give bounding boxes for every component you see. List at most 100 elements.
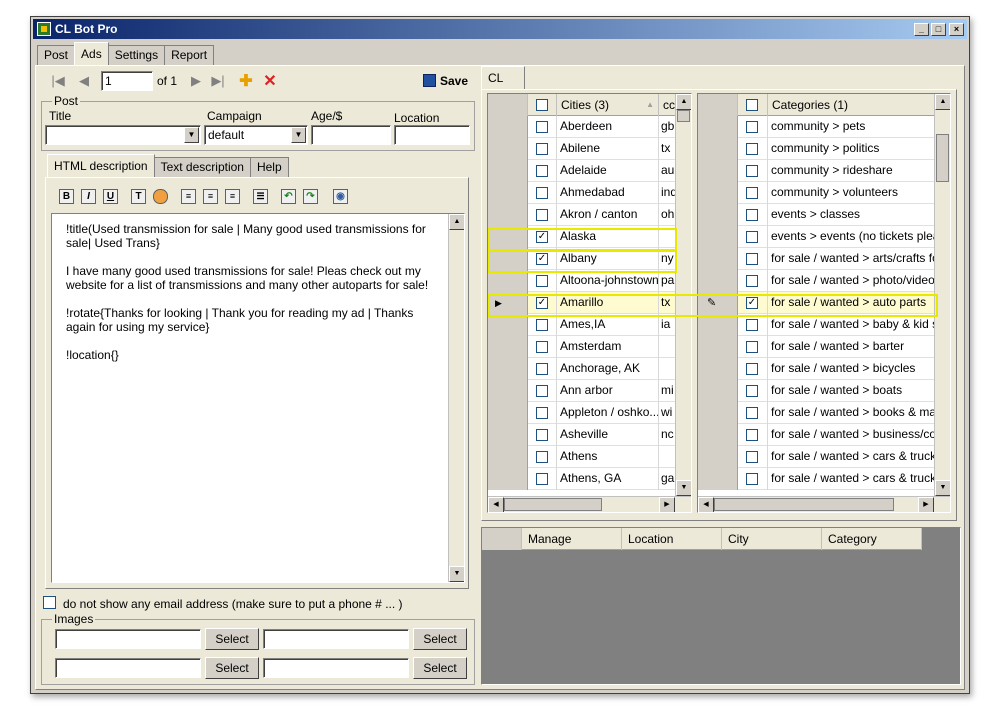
categories-column-header[interactable]: Categories (1) [768,94,936,116]
underline-icon[interactable]: U [103,189,118,204]
categories-hscroll[interactable]: ◀ ▶ [698,496,950,512]
row-header[interactable] [488,204,528,226]
tab-post[interactable]: Post [37,45,76,65]
row-header[interactable] [698,424,738,446]
scroll-down-icon[interactable]: ▼ [935,480,950,496]
align-center-icon[interactable]: ≡ [203,189,218,204]
scroll-thumb[interactable] [677,110,690,122]
category-checkbox[interactable] [746,275,758,287]
category-checkbox-cell[interactable] [738,138,768,160]
location-input[interactable] [394,125,470,145]
city-checkbox[interactable] [536,187,548,199]
align-right-icon[interactable]: ≡ [225,189,240,204]
city-checkbox-cell[interactable] [528,358,557,380]
row-header[interactable] [488,160,528,182]
next-record-icon[interactable]: ▶ [189,73,203,89]
image-path-input-1[interactable] [55,629,201,649]
title-bar[interactable]: CL Bot Pro _ □ × [33,19,967,39]
select-all-cities[interactable] [528,94,557,116]
image-path-input-3[interactable] [55,658,201,678]
city-row[interactable]: Anchorage, AK [488,358,677,380]
bold-icon[interactable]: B [59,189,74,204]
color-palette-icon[interactable] [153,189,168,204]
scroll-thumb[interactable] [936,134,949,182]
category-checkbox[interactable] [746,429,758,441]
category-checkbox[interactable] [746,209,758,221]
prev-record-icon[interactable]: ◀ [77,73,91,89]
category-row[interactable]: for sale / wanted > cars & trucks - l [698,468,936,490]
align-left-icon[interactable]: ≡ [181,189,196,204]
category-row[interactable]: for sale / wanted > barter [698,336,936,358]
row-header[interactable] [488,336,528,358]
tab-html-description[interactable]: HTML description [47,154,155,177]
city-row[interactable]: Asheville nc [488,424,677,446]
city-checkbox-cell[interactable] [528,424,557,446]
spellcheck-icon[interactable]: ◉ [333,189,348,204]
row-header[interactable] [698,226,738,248]
scroll-up-icon[interactable]: ▲ [676,94,691,110]
tab-text-description[interactable]: Text description [153,157,251,177]
category-checkbox-cell[interactable] [738,402,768,424]
city-checkbox[interactable] [536,451,548,463]
city-row[interactable]: Appleton / oshko... wi [488,402,677,424]
record-position-input[interactable]: 1 [101,71,153,91]
city-checkbox-cell[interactable] [528,138,557,160]
category-checkbox-cell[interactable] [738,336,768,358]
category-checkbox-cell[interactable] [738,468,768,490]
row-header[interactable] [698,446,738,468]
scroll-up-icon[interactable]: ▲ [449,214,464,230]
city-row[interactable]: Adelaide au [488,160,677,182]
category-row[interactable]: for sale / wanted > business/comm [698,424,936,446]
cities-hscroll[interactable]: ◀ ▶ [488,496,691,512]
category-row[interactable]: for sale / wanted > baby & kid stuff [698,314,936,336]
category-checkbox[interactable] [746,143,758,155]
city-checkbox[interactable] [536,429,548,441]
city-row[interactable]: Altoona-johnstown pa [488,270,677,292]
image-select-button-4[interactable]: Select [413,657,467,679]
redo-icon[interactable]: ↷ [303,189,318,204]
category-checkbox-cell[interactable] [738,204,768,226]
category-row[interactable]: community > pets [698,116,936,138]
row-header[interactable] [488,116,528,138]
category-checkbox[interactable] [746,407,758,419]
row-header[interactable] [488,446,528,468]
scroll-left-icon[interactable]: ◀ [488,497,504,512]
maximize-button[interactable]: □ [931,23,946,36]
tab-cl[interactable]: CL [481,66,525,89]
city-checkbox[interactable] [536,165,548,177]
city-row[interactable]: Ames,IA ia [488,314,677,336]
city-row[interactable]: Akron / canton oh [488,204,677,226]
row-header[interactable] [698,314,738,336]
tab-help[interactable]: Help [249,157,289,177]
city-row[interactable]: Aberdeen gb [488,116,677,138]
add-new-icon[interactable]: ✚ [239,71,253,91]
editor-content[interactable]: !title(Used transmission for sale | Many… [66,222,436,362]
category-row[interactable]: for sale / wanted > books & magaz [698,402,936,424]
category-row[interactable]: for sale / wanted > photo/video fc [698,270,936,292]
category-row[interactable]: for sale / wanted > cars & trucks - l [698,446,936,468]
tab-settings[interactable]: Settings [107,45,166,65]
category-checkbox-cell[interactable] [738,182,768,204]
row-header[interactable] [488,358,528,380]
city-checkbox-cell[interactable] [528,204,557,226]
city-row[interactable]: Amsterdam [488,336,677,358]
delete-icon[interactable]: ✕ [263,71,277,91]
category-checkbox-cell[interactable] [738,160,768,182]
city-checkbox-cell[interactable] [528,336,557,358]
select-all-categories[interactable] [738,94,768,116]
category-checkbox-cell[interactable] [738,248,768,270]
row-header[interactable] [698,380,738,402]
row-header[interactable] [698,116,738,138]
category-column-header[interactable]: Category [822,528,922,550]
category-checkbox-cell[interactable] [738,314,768,336]
scroll-right-icon[interactable]: ▶ [659,497,675,512]
row-header[interactable] [698,160,738,182]
list-icon[interactable]: ☰ [253,189,268,204]
tab-report[interactable]: Report [164,45,215,65]
image-select-button-3[interactable]: Select [205,657,259,679]
city-row[interactable]: Ahmedabad ind [488,182,677,204]
title-dropdown-arrow-icon[interactable]: ▼ [184,127,199,143]
city-checkbox[interactable] [536,341,548,353]
row-header[interactable] [698,468,738,490]
cities-column-header[interactable]: Cities (3) ▲ [557,94,659,116]
